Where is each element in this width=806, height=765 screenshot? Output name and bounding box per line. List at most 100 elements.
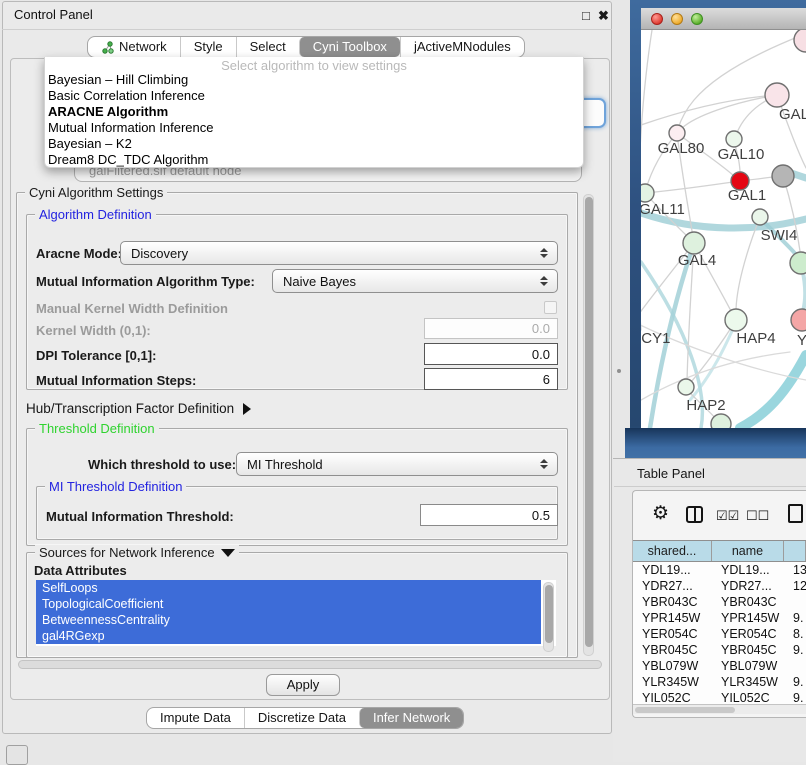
table-cell: YBL079W [633, 658, 712, 674]
network-node[interactable] [772, 165, 794, 187]
table-row[interactable]: YER054CYER054C8. [633, 626, 806, 642]
data-attribute-item[interactable]: gal4RGexp [36, 628, 541, 644]
manual-kernel-width-checkbox[interactable] [544, 301, 557, 314]
algorithm-option[interactable]: ARACNE Algorithm [45, 104, 583, 120]
mi-algorithm-type-combo[interactable]: Naive Bayes [272, 269, 558, 293]
tab-cyni-toolbox[interactable]: Cyni Toolbox [299, 37, 400, 57]
tab-select[interactable]: Select [236, 37, 299, 57]
mi-steps-field[interactable]: 6 [424, 368, 558, 390]
close-icon[interactable]: ✖ [598, 8, 609, 24]
network-node[interactable] [725, 309, 747, 331]
algorithm-option[interactable]: Bayesian – K2 [45, 136, 583, 152]
settings-vertical-scrollbar[interactable] [583, 194, 594, 656]
table-row[interactable]: YBR045CYBR045C9. [633, 642, 806, 658]
network-node[interactable] [752, 209, 768, 225]
network-node[interactable] [711, 414, 731, 428]
gear-icon[interactable]: ⚙ [652, 502, 669, 525]
column-header-shared-name[interactable]: shared... [633, 541, 712, 561]
network-frame-bottom [625, 428, 806, 458]
settings-scrollbar-thumb[interactable] [585, 197, 593, 647]
hub-definition-expander[interactable]: Hub/Transcription Factor Definition [26, 401, 251, 416]
table-cell: 9. [784, 674, 806, 690]
network-node[interactable] [794, 30, 806, 52]
dpi-tolerance-field[interactable]: 0.0 [424, 343, 558, 365]
network-edge[interactable] [690, 322, 736, 400]
tab-impute-data[interactable]: Impute Data [147, 708, 244, 728]
column-header-name[interactable]: name [712, 541, 784, 561]
group-legend: Algorithm Definition [35, 207, 156, 222]
table-row[interactable]: YBL079WYBL079W [633, 658, 806, 674]
data-attribute-item[interactable]: BetweennessCentrality [36, 612, 541, 628]
algorithm-option[interactable]: Bayesian – Hill Climbing [45, 72, 583, 88]
close-traffic-light-icon[interactable] [651, 13, 663, 25]
float-window-icon[interactable]: □ [582, 8, 590, 23]
sources-legend[interactable]: Sources for Network Inference [35, 545, 239, 560]
collapsed-panel-icon[interactable] [6, 745, 28, 765]
network-edge[interactable] [645, 182, 733, 193]
tab-jactivemnodules[interactable]: jActiveMNodules [400, 37, 524, 57]
table-row[interactable]: YIL052CYIL052C9. [633, 690, 806, 704]
tab-network[interactable]: Network [88, 37, 180, 57]
network-node[interactable] [669, 125, 685, 141]
attributes-scrollbar-thumb[interactable] [545, 585, 553, 643]
combo-value: Naive Bayes [283, 274, 356, 289]
network-window-titlebar[interactable] [641, 8, 806, 30]
network-node[interactable] [641, 184, 654, 202]
panel-resize-grip[interactable] [617, 369, 621, 373]
network-svg[interactable]: GALGAL80GAL10GAL1GAL11SWI4GAL4GCY1HAP4YH… [641, 30, 806, 428]
network-node[interactable] [765, 83, 789, 107]
network-node[interactable] [683, 232, 705, 254]
table-horizontal-scrollbar[interactable] [633, 704, 806, 714]
split-columns-icon[interactable] [686, 506, 703, 523]
tab-discretize-data[interactable]: Discretize Data [244, 708, 359, 728]
aracne-mode-combo[interactable]: Discovery [120, 241, 558, 265]
table-row[interactable]: YBR043CYBR043C [633, 594, 806, 610]
table-row[interactable]: YDL19...YDL19...13 [633, 562, 806, 578]
apply-button[interactable]: Apply [266, 674, 340, 696]
table-cell [784, 658, 806, 674]
mi-threshold-field[interactable]: 0.5 [420, 504, 558, 526]
table-header[interactable]: shared... name [633, 540, 806, 562]
data-attributes-list[interactable]: SelfLoopsTopologicalCoefficientBetweenne… [36, 580, 556, 646]
control-panel-titlebar [2, 1, 612, 30]
combo-value: MI Threshold [247, 457, 323, 472]
attributes-scrollbar[interactable] [543, 582, 554, 652]
tab-label: Cyni Toolbox [313, 37, 387, 57]
network-node[interactable] [791, 309, 806, 331]
algorithm-options: Bayesian – Hill ClimbingBasic Correlatio… [45, 72, 583, 168]
table-row[interactable]: YLR345WYLR345W9. [633, 674, 806, 690]
algorithm-option[interactable]: Mutual Information Inference [45, 120, 583, 136]
kernel-width-field[interactable]: 0.0 [424, 318, 558, 339]
algorithm-option[interactable]: Dream8 DC_TDC Algorithm [45, 152, 583, 168]
tab-infer-network[interactable]: Infer Network [359, 708, 463, 728]
settings-horizontal-scrollbar[interactable] [18, 660, 602, 669]
table-cell: YDR27... [633, 578, 712, 594]
select-all-checkboxes-icon[interactable]: ☑☑ [716, 508, 739, 524]
table-row[interactable]: YDR27...YDR27...12 [633, 578, 806, 594]
table-scrollbar-thumb[interactable] [635, 707, 735, 713]
network-node[interactable] [790, 252, 806, 274]
data-attribute-item[interactable]: SelfLoops [36, 580, 541, 596]
network-node[interactable] [726, 131, 742, 147]
kernel-width-label: Kernel Width (0,1): [36, 323, 151, 338]
minimize-traffic-light-icon[interactable] [671, 13, 683, 25]
table-cell: YBL079W [712, 658, 784, 674]
document-icon[interactable] [788, 504, 803, 523]
zoom-traffic-light-icon[interactable] [691, 13, 703, 25]
control-panel-tabstrip: Network Style Select Cyni Toolbox jActiv… [87, 36, 525, 58]
column-header-clipped[interactable] [784, 541, 806, 561]
algorithm-option[interactable]: Basic Correlation Inference [45, 88, 583, 104]
mi-algorithm-type-label: Mutual Information Algorithm Type: [36, 274, 255, 289]
manual-kernel-width-label: Manual Kernel Width Definition [36, 301, 228, 316]
deselect-checkboxes-icon[interactable]: ☐☐ [746, 508, 769, 524]
tab-style[interactable]: Style [180, 37, 236, 57]
network-edge[interactable] [641, 30, 652, 330]
which-threshold-combo[interactable]: MI Threshold [236, 452, 558, 476]
data-attribute-item[interactable]: TopologicalCoefficient [36, 596, 541, 612]
table-cell: YPR145W [712, 610, 784, 626]
network-node-label: HAP4 [736, 330, 775, 347]
table-row[interactable]: YPR145WYPR145W9. [633, 610, 806, 626]
network-edge[interactable] [748, 177, 775, 180]
network-node[interactable] [678, 379, 694, 395]
network-node-label: GAL [779, 106, 806, 123]
